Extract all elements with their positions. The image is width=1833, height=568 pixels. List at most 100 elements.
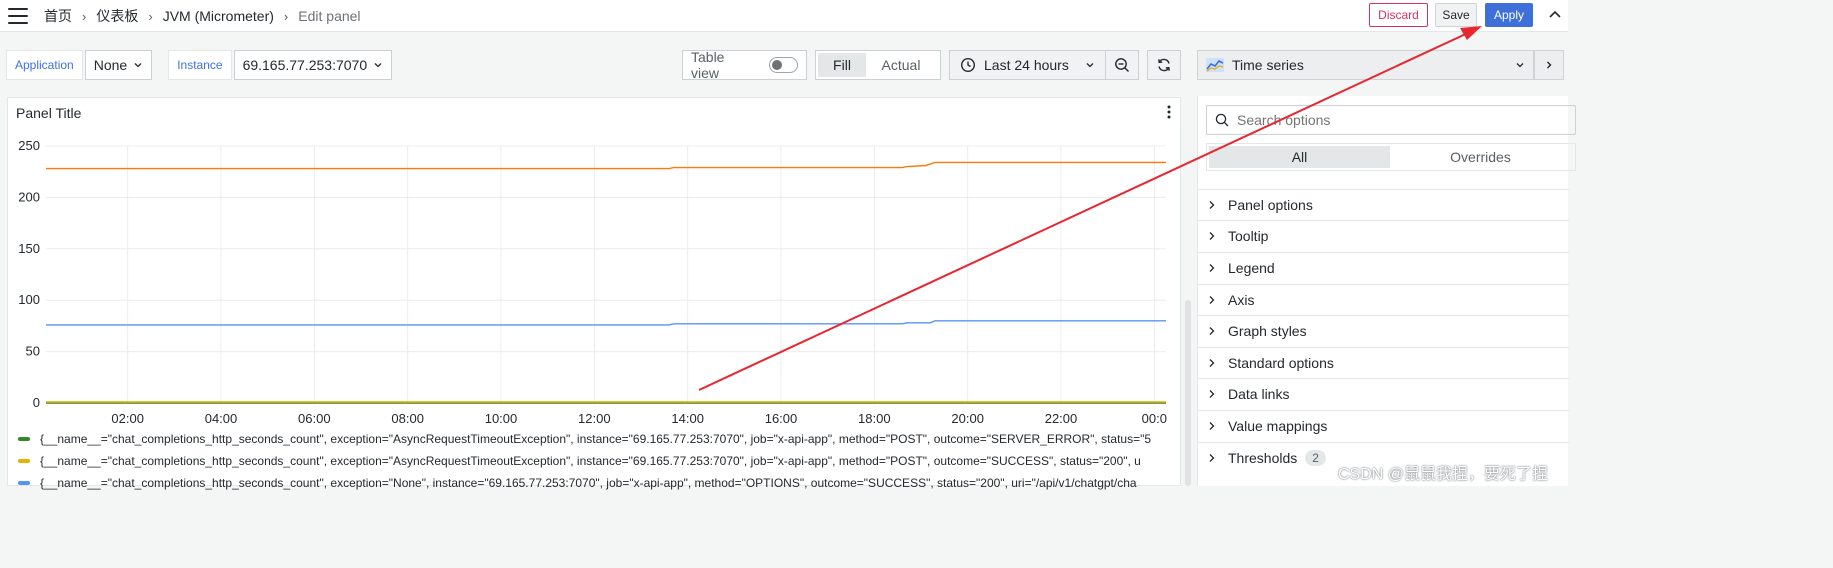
refresh-icon	[1158, 58, 1170, 72]
panel-scrollbar[interactable]	[1185, 300, 1191, 486]
panel-title: Panel Title	[16, 105, 82, 121]
chevron-right-icon	[1209, 390, 1215, 398]
chevron-right-icon	[1209, 201, 1215, 209]
zoom-out-button[interactable]	[1106, 51, 1138, 79]
search-options[interactable]	[1206, 105, 1576, 135]
chevron-right-icon	[1209, 232, 1215, 240]
actual-option[interactable]: Actual	[866, 53, 936, 77]
x-tick-label: 04:00	[205, 411, 238, 426]
search-options-input[interactable]	[1237, 112, 1537, 128]
legend-item[interactable]: {__name__="chat_completions_http_seconds…	[18, 450, 1183, 472]
y-tick-label: 150	[18, 241, 40, 256]
time-series-icon	[1206, 58, 1224, 72]
options-section-label: Data links	[1228, 386, 1290, 402]
time-range-picker: Last 24 hours	[949, 50, 1139, 80]
chevron-down-icon	[134, 63, 142, 68]
save-button[interactable]: Save	[1435, 3, 1477, 27]
y-tick-label: 0	[33, 395, 40, 410]
options-section-label: Graph styles	[1228, 323, 1307, 339]
x-tick-label: 00:0	[1142, 411, 1167, 426]
legend-swatch	[18, 459, 30, 463]
y-tick-label: 100	[18, 292, 40, 307]
options-section-graph-styles[interactable]: Graph styles	[1198, 315, 1569, 346]
x-tick-label: 08:00	[391, 411, 424, 426]
series-line-3[interactable]	[46, 161, 1166, 170]
y-tick-label: 50	[26, 344, 40, 359]
options-section-label: Panel options	[1228, 197, 1313, 213]
breadcrumb-dashboard[interactable]: JVM (Micrometer)	[163, 8, 274, 24]
chevron-down-icon	[1086, 63, 1094, 68]
chevron-right-icon	[1209, 264, 1215, 272]
breadcrumb-dashboards[interactable]: 仪表板	[96, 6, 138, 26]
series-line-2[interactable]	[46, 320, 1166, 326]
options-section-standard-options[interactable]: Standard options	[1198, 347, 1569, 378]
instance-variable-label: Instance	[168, 50, 232, 80]
options-section-tooltip[interactable]: Tooltip	[1198, 220, 1569, 251]
collapse-options-button[interactable]	[1534, 50, 1564, 80]
options-section-panel-options[interactable]: Panel options	[1198, 189, 1569, 220]
chevron-right-icon	[1209, 327, 1215, 335]
application-select[interactable]: None	[84, 50, 153, 80]
panel-menu-button[interactable]	[1158, 101, 1180, 123]
legend-label: {__name__="chat_completions_http_seconds…	[40, 454, 1141, 468]
top-bar: 首页 › 仪表板 › JVM (Micrometer) › Edit panel…	[0, 0, 1568, 32]
instance-select-value: 69.165.77.253:7070	[242, 57, 368, 73]
legend-swatch	[18, 481, 30, 485]
legend-swatch	[18, 437, 30, 441]
tab-overrides[interactable]: Overrides	[1390, 146, 1571, 168]
legend: {__name__="chat_completions_http_seconds…	[18, 428, 1183, 494]
options-section-label: Legend	[1228, 260, 1275, 276]
legend-item[interactable]: {__name__="chat_completions_http_seconds…	[18, 428, 1183, 450]
x-tick-label: 12:00	[578, 411, 611, 426]
chevron-right-icon	[1209, 296, 1215, 304]
options-section-axis[interactable]: Axis	[1198, 284, 1569, 315]
options-pane: All Overrides Panel options Tooltip Legend…	[1197, 96, 1576, 486]
variables-bar: Application None Instance 69.165.77.253:…	[6, 50, 393, 80]
x-tick-label: 14:00	[671, 411, 704, 426]
table-view-toggle[interactable]: Table view	[682, 49, 807, 81]
breadcrumb-separator-icon: ›	[283, 8, 289, 24]
x-tick-label: 16:00	[765, 411, 798, 426]
visualization-picker[interactable]: Time series	[1197, 50, 1534, 80]
options-section-label: Standard options	[1228, 355, 1334, 371]
x-tick-label: 10:00	[485, 411, 518, 426]
application-select-value: None	[93, 57, 128, 73]
visualization-name: Time series	[1232, 57, 1304, 73]
table-view-switch[interactable]	[768, 57, 798, 73]
search-icon	[1215, 113, 1229, 127]
legend-item[interactable]: {__name__="chat_completions_http_seconds…	[18, 472, 1183, 494]
table-view-label: Table view	[691, 49, 725, 81]
discard-button[interactable]: Discard	[1369, 3, 1428, 27]
application-variable-label: Application	[6, 50, 83, 80]
tab-all[interactable]: All	[1209, 146, 1390, 168]
chevron-right-icon	[1209, 422, 1215, 430]
refresh-button[interactable]	[1147, 50, 1181, 80]
options-section-label: Tooltip	[1228, 228, 1269, 244]
time-series-chart[interactable]: 250 200 150 100 50 0 02:00 04:00 06:00 08:00 10:00…	[8, 128, 1180, 428]
options-section-label: Axis	[1228, 292, 1255, 308]
time-range-button[interactable]: Last 24 hours	[950, 51, 1107, 79]
options-section-legend[interactable]: Legend	[1198, 252, 1569, 283]
chevron-right-icon	[1209, 359, 1215, 367]
instance-select[interactable]: 69.165.77.253:7070	[233, 50, 393, 80]
apply-button[interactable]: Apply	[1485, 3, 1533, 27]
zoom-out-icon	[1115, 58, 1130, 72]
x-tick-label: 22:00	[1045, 411, 1078, 426]
options-section-data-links[interactable]: Data links	[1198, 378, 1569, 409]
chevron-down-icon	[1516, 63, 1524, 68]
panel: Panel Title 250 200 150 100 50 0 02:00 04:00 06:…	[7, 97, 1181, 490]
chevron-down-icon	[374, 63, 382, 68]
x-tick-label: 02:00	[111, 411, 144, 426]
y-tick-label: 250	[18, 138, 40, 153]
breadcrumb-separator-icon: ›	[148, 8, 153, 24]
breadcrumb-current: Edit panel	[298, 8, 361, 24]
x-tick-label: 18:00	[858, 411, 891, 426]
chevron-right-icon	[1547, 61, 1552, 69]
menu-icon[interactable]	[8, 8, 28, 24]
chevron-up-icon[interactable]	[1546, 6, 1564, 24]
fill-option[interactable]: Fill	[818, 53, 866, 77]
options-tabs: All Overrides	[1206, 143, 1576, 171]
breadcrumb-home[interactable]: 首页	[44, 6, 72, 26]
chevron-right-icon	[1209, 454, 1215, 462]
options-section-value-mappings[interactable]: Value mappings	[1198, 410, 1569, 441]
